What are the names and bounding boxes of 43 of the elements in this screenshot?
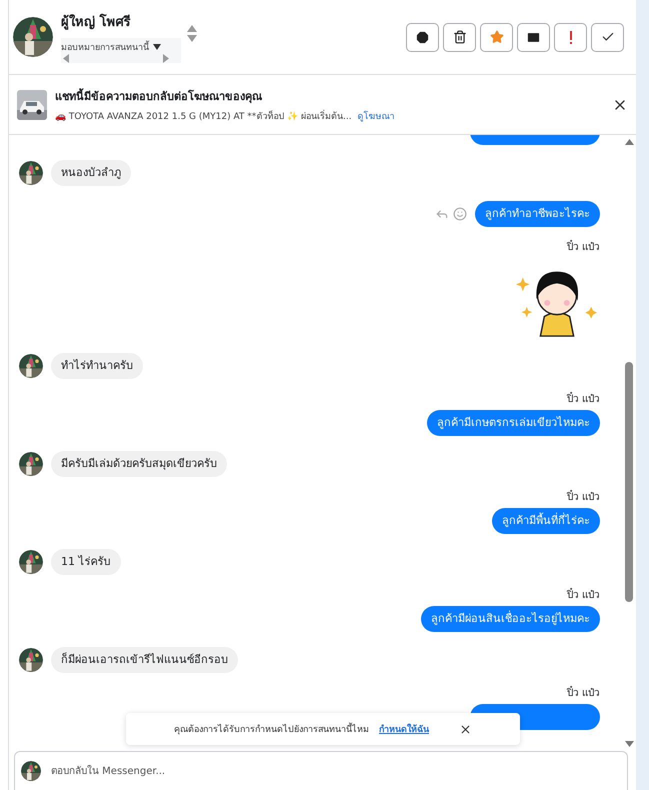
sender-name: ปิ๋ว แป๋ว — [566, 590, 600, 602]
down-arrow-icon[interactable] — [187, 34, 197, 42]
reply-field[interactable]: ตอบกลับใน Messenger... — [14, 751, 628, 790]
star-icon — [490, 30, 504, 44]
message-bubble: ลูกค้าทำอาชีพอะไรคะ — [475, 201, 600, 227]
message-bubble: ทำไร่ทำนาครับ — [51, 353, 143, 379]
delete-button[interactable] — [443, 22, 476, 52]
down-arrow-icon[interactable] — [624, 741, 634, 747]
exclamation-icon — [568, 30, 572, 44]
caret-icon — [153, 44, 161, 50]
message-bubble: ลูกค้ามีผ่อนสินเชื่ออะไรอยู่ไหมคะ — [421, 606, 600, 632]
scrollbar-thumb[interactable] — [625, 362, 633, 602]
up-arrow-icon[interactable] — [624, 139, 634, 145]
emoji-icon[interactable] — [453, 207, 467, 221]
message-bubble: 11 ไร่ครับ — [51, 549, 120, 575]
trash-icon — [452, 30, 466, 44]
right-arrow-icon[interactable] — [163, 54, 169, 63]
assign-button[interactable]: มอบหมายการสนทนานี้ — [61, 40, 179, 54]
message-bubble: ก็มีผ่อนเอารถเข้ารีไฟแนนซ์อีกรอบ — [51, 647, 238, 673]
ad-reply-title: แชทนี้มีข้อความตอบกลับต่อโฆษณาของคุณ — [55, 87, 263, 104]
mail-button[interactable] — [517, 22, 550, 52]
message-bubble: ลูกค้ามีเกษตรกรเล่มเขียวไหมคะ — [427, 410, 600, 436]
sender-name: ปิ๋ว แป๋ว — [566, 394, 600, 406]
message-bubble: หนองบัวลำภู — [51, 160, 131, 186]
left-arrow-icon[interactable] — [63, 54, 69, 63]
view-ad-link[interactable]: ดูโฆษณา — [358, 108, 395, 122]
star-button[interactable] — [480, 22, 513, 52]
spam-button[interactable] — [406, 22, 439, 52]
alert-icon — [415, 30, 430, 44]
up-arrow-icon[interactable] — [187, 24, 197, 32]
ad-detail: 🚗 TOYOTA AVANZA 2012 1.5 G (MY12) AT **ตัวท็อป ✨ ผ่อนเริ่มต้น... — [55, 108, 352, 122]
contact-name: ผู้ใหญ่ โพศรี — [61, 12, 132, 32]
message-bubble: มีครับมีเล่มด้วยครับสมุดเขียวครับ — [51, 451, 227, 477]
sender-name: ปิ๋ว แป๋ว — [566, 242, 600, 254]
assign-to-me-link[interactable]: กำหนดให้ฉัน — [379, 722, 429, 736]
toast-text: คุณต้องการได้รับการกำหนดไปยังการสนทนานี้ไหม — [174, 722, 369, 736]
sender-name: ปิ๋ว แป๋ว — [566, 492, 600, 504]
sender-name: ปิ๋ว แป๋ว — [566, 688, 600, 700]
important-button[interactable] — [554, 22, 587, 52]
assign-dropdown[interactable]: มอบหมายการสนทนานี้ — [61, 38, 181, 63]
done-button[interactable] — [591, 22, 624, 52]
message-bubble: ลูกค้ามีพื้นที่กี่ไร่คะ — [492, 508, 600, 534]
close-button[interactable] — [459, 722, 472, 736]
